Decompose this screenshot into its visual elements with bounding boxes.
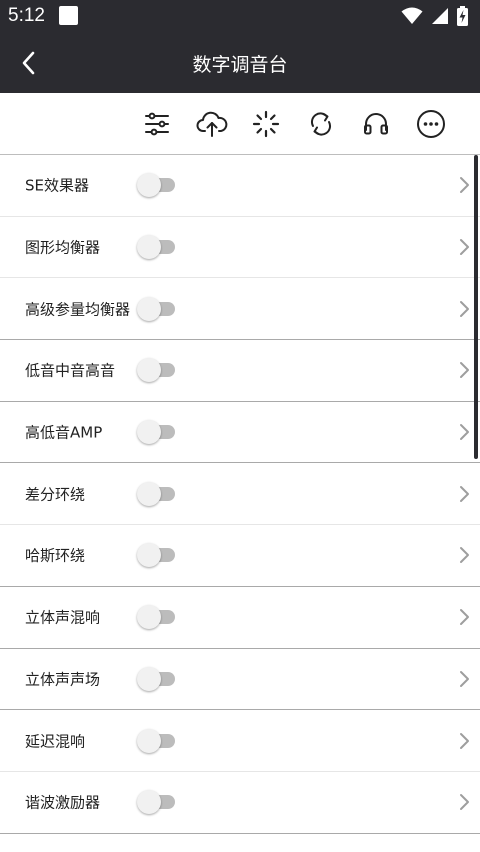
toggle-switch[interactable]	[137, 420, 177, 445]
toggle-switch[interactable]	[137, 543, 177, 568]
chevron-right-icon	[460, 424, 469, 441]
list-item-label: 谐波激励器	[25, 793, 101, 812]
battery-charging-icon	[457, 6, 468, 26]
headphones-button[interactable]	[359, 107, 393, 141]
chevron-right-icon	[460, 670, 469, 687]
list-item-label: 差分环绕	[25, 485, 86, 504]
toggle-switch[interactable]	[137, 173, 177, 198]
chevron-right-icon	[460, 732, 469, 749]
list-item-harmonic-exciter[interactable]: 谐波激励器	[0, 772, 480, 834]
list-item-bass-amp[interactable]: 高低音AMP	[0, 402, 480, 464]
list-item-label: 高低音AMP	[25, 423, 103, 442]
list-item-stereo-reverb[interactable]: 立体声混响	[0, 587, 480, 649]
chevron-right-icon	[460, 794, 469, 811]
status-icons	[401, 6, 468, 26]
signal-icon	[432, 8, 448, 24]
toggle-switch[interactable]	[137, 481, 177, 506]
list-item-bass-mid-treble[interactable]: 低音中音高音	[0, 340, 480, 402]
list-item-label: 图形均衡器	[25, 238, 101, 257]
list-item-delay-reverb[interactable]: 延迟混响	[0, 710, 480, 772]
scrollbar[interactable]	[474, 155, 478, 459]
chevron-right-icon	[460, 609, 469, 626]
cloud-upload-button[interactable]	[195, 107, 229, 141]
chevron-right-icon	[460, 239, 469, 256]
loading-spinner-icon	[252, 110, 280, 138]
chevron-right-icon	[460, 362, 469, 379]
chevron-right-icon	[460, 485, 469, 502]
app-bar: 数字调音台	[0, 32, 480, 93]
list-item-label: 延迟混响	[25, 732, 86, 751]
list-item-label: 高级参量均衡器	[25, 300, 131, 319]
list-item-haas-surround[interactable]: 哈斯环绕	[0, 525, 480, 587]
wifi-icon	[401, 7, 423, 24]
list-item-graphic-equalizer[interactable]: 图形均衡器	[0, 217, 480, 279]
refresh-icon	[310, 112, 332, 136]
toggle-switch[interactable]	[137, 296, 177, 321]
status-bar: 5:12	[0, 0, 480, 32]
equalizer-settings-icon	[145, 112, 169, 136]
list-item-label: 立体声声场	[25, 670, 101, 689]
toggle-switch[interactable]	[137, 728, 177, 753]
toggle-switch[interactable]	[137, 358, 177, 383]
toggle-switch[interactable]	[137, 605, 177, 630]
chevron-right-icon	[460, 547, 469, 564]
toggle-switch[interactable]	[137, 790, 177, 815]
list-item-label: 哈斯环绕	[25, 546, 86, 565]
list-item-label: 立体声混响	[25, 608, 101, 627]
toggle-switch[interactable]	[137, 666, 177, 691]
toggle-switch[interactable]	[137, 235, 177, 260]
list-item-label: 低音中音高音	[25, 361, 116, 380]
toolbar	[0, 93, 480, 155]
equalizer-settings-button[interactable]	[140, 107, 174, 141]
notification-square-icon	[59, 6, 78, 25]
cloud-upload-icon	[196, 111, 228, 137]
headphones-icon	[364, 113, 388, 135]
effects-list: SE效果器 图形均衡器 高级参量均衡器 低音中音高音 高低音AMP 差分环绕 哈…	[0, 155, 480, 834]
chevron-right-icon	[460, 300, 469, 317]
more-options-button[interactable]	[414, 107, 448, 141]
list-item-se-effect[interactable]: SE效果器	[0, 155, 480, 217]
list-item-stereo-field[interactable]: 立体声声场	[0, 649, 480, 711]
more-options-icon	[417, 110, 445, 138]
list-item-differential-surround[interactable]: 差分环绕	[0, 463, 480, 526]
loading-button[interactable]	[249, 107, 283, 141]
chevron-right-icon	[460, 177, 469, 194]
list-item-label: SE效果器	[25, 176, 89, 195]
refresh-button[interactable]	[304, 107, 338, 141]
list-item-parametric-equalizer[interactable]: 高级参量均衡器	[0, 278, 480, 341]
page-title: 数字调音台	[192, 54, 288, 76]
status-time: 5:12	[8, 5, 45, 26]
